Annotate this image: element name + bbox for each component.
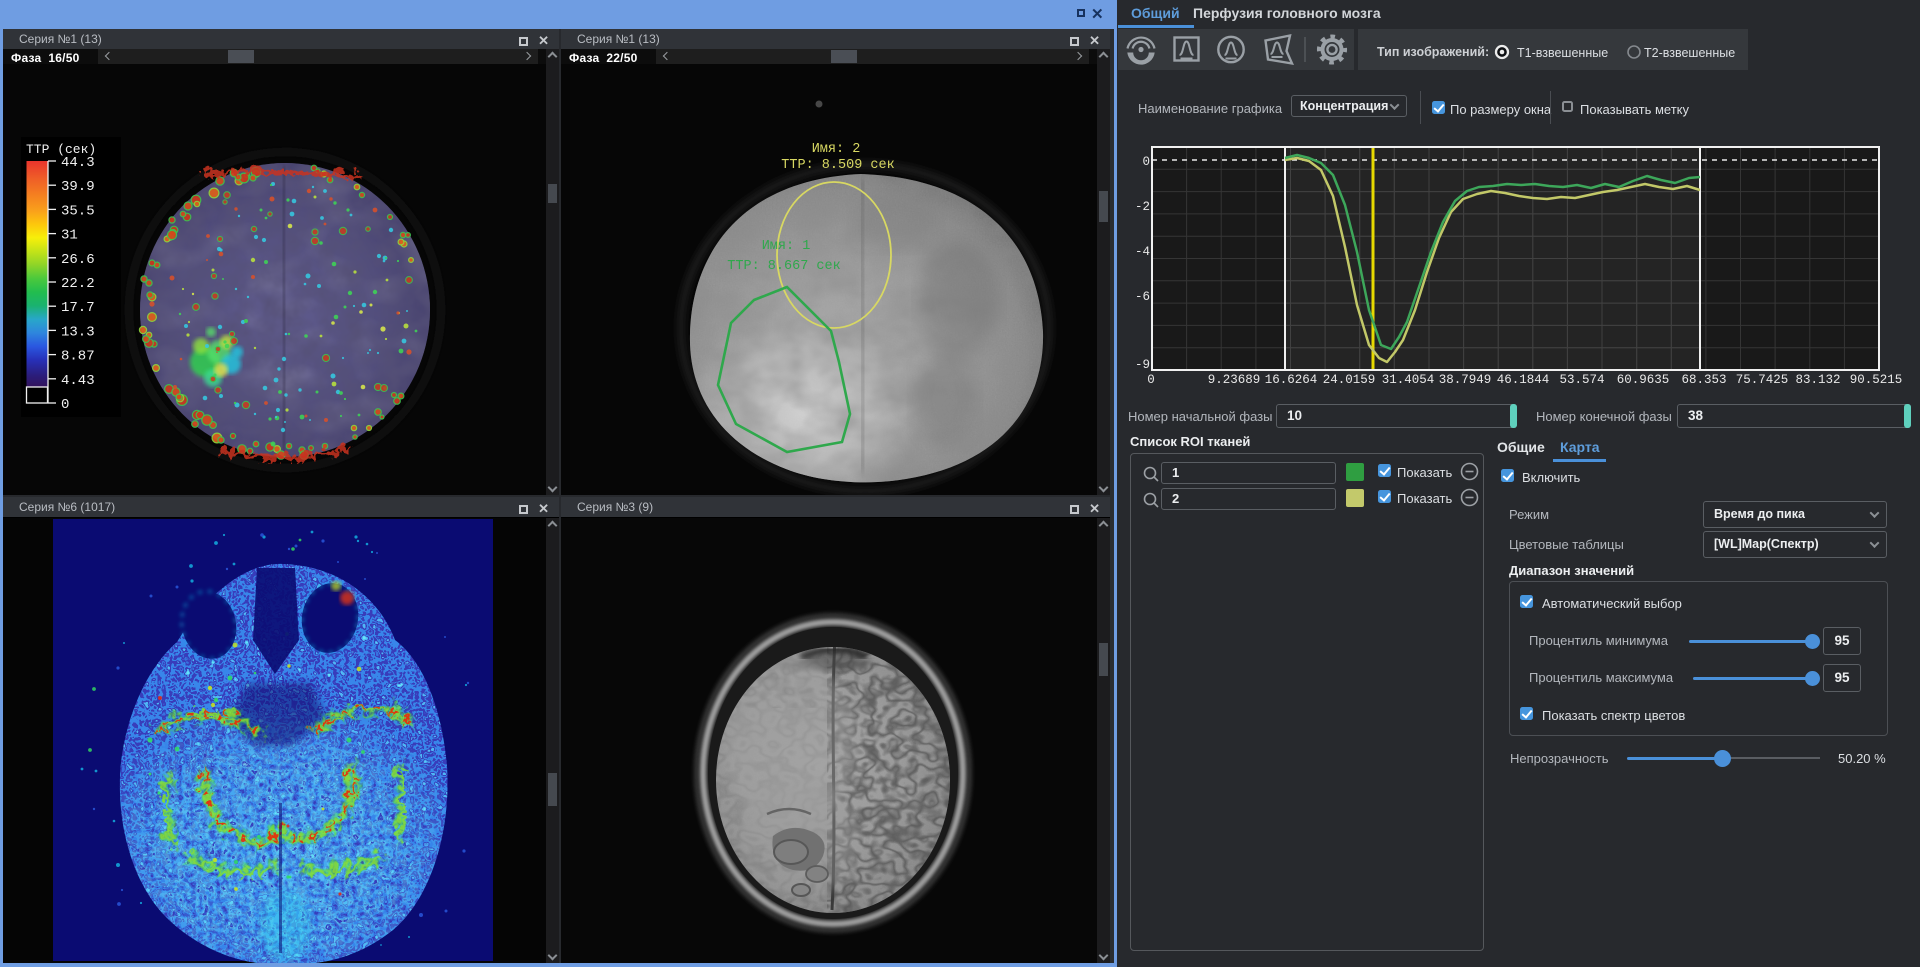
svg-text:TTP: 8.509 сек: TTP: 8.509 сек xyxy=(781,158,894,173)
svg-text:46.1844: 46.1844 xyxy=(1497,373,1550,387)
svg-text:-4: -4 xyxy=(1135,245,1150,259)
svg-text:26.6: 26.6 xyxy=(61,252,95,268)
svg-text:75.7425: 75.7425 xyxy=(1736,373,1789,387)
svg-text:53.574: 53.574 xyxy=(1559,373,1604,387)
svg-text:4.43: 4.43 xyxy=(61,373,95,389)
svg-text:31: 31 xyxy=(61,228,78,244)
svg-text:39.9: 39.9 xyxy=(61,179,95,195)
svg-text:31.4054: 31.4054 xyxy=(1382,373,1435,387)
svg-text:68.353: 68.353 xyxy=(1681,373,1726,387)
svg-text:38.7949: 38.7949 xyxy=(1439,373,1492,387)
svg-text:TTP: 8.667 сек: TTP: 8.667 сек xyxy=(727,259,840,274)
svg-text:0: 0 xyxy=(1142,155,1150,169)
svg-text:9.23689: 9.23689 xyxy=(1208,373,1261,387)
svg-text:16.6264: 16.6264 xyxy=(1265,373,1318,387)
svg-text:-6: -6 xyxy=(1135,290,1150,304)
svg-text:22.2: 22.2 xyxy=(61,276,95,292)
svg-text:35.5: 35.5 xyxy=(61,203,95,219)
svg-text:0: 0 xyxy=(61,397,69,413)
svg-text:0: 0 xyxy=(1147,373,1155,387)
svg-text:-9: -9 xyxy=(1135,358,1150,372)
svg-text:24.0159: 24.0159 xyxy=(1323,373,1376,387)
svg-text:90.5215: 90.5215 xyxy=(1850,373,1903,387)
svg-text:60.9635: 60.9635 xyxy=(1617,373,1670,387)
svg-text:83.132: 83.132 xyxy=(1795,373,1840,387)
svg-text:-2: -2 xyxy=(1135,200,1150,214)
svg-text:17.7: 17.7 xyxy=(61,300,95,316)
svg-text:Имя: 2: Имя: 2 xyxy=(812,142,861,157)
svg-text:13.3: 13.3 xyxy=(61,324,95,340)
svg-text:Имя: 1: Имя: 1 xyxy=(762,239,811,254)
svg-text:8.87: 8.87 xyxy=(61,349,95,365)
svg-text:44.3: 44.3 xyxy=(61,155,95,171)
